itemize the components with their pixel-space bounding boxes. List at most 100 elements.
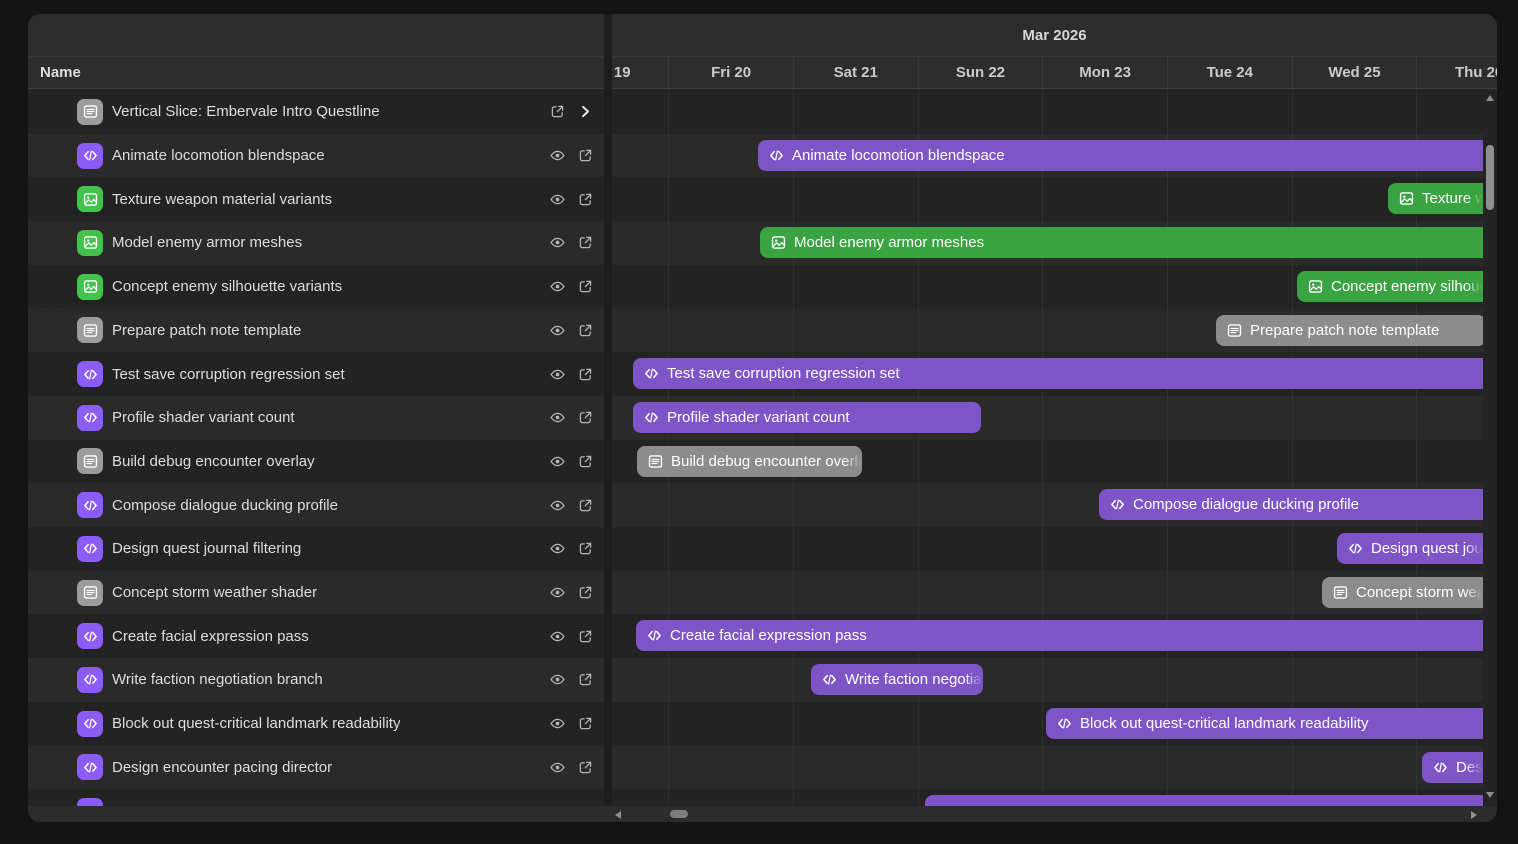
gantt-bar[interactable] [925, 795, 1483, 806]
month-label: Mar 2026 [612, 14, 1497, 56]
scroll-down-icon[interactable] [1486, 792, 1494, 798]
doc-icon [77, 448, 103, 474]
task-row[interactable]: Prepare patch note template [28, 309, 604, 353]
task-name: Create facial expression pass [112, 628, 309, 645]
task-row[interactable]: Block out quest-critical landmark readab… [28, 702, 604, 746]
open-icon[interactable] [577, 540, 594, 557]
gantt-bar[interactable]: Design quest journal filtering [1337, 533, 1483, 564]
gantt-bar-label: Design encounter pacing director [1456, 759, 1483, 776]
eye-icon[interactable] [549, 191, 566, 208]
task-row[interactable]: Vertical Slice: Embervale Intro Questlin… [28, 90, 604, 134]
code-icon [77, 143, 103, 169]
task-row[interactable]: Concept enemy silhouette variants [28, 265, 604, 309]
task-row[interactable]: Profile shader variant count [28, 396, 604, 440]
vertical-scrollbar[interactable] [1483, 90, 1497, 806]
eye-icon[interactable] [549, 409, 566, 426]
gantt-bar[interactable]: Profile shader variant count [633, 402, 981, 433]
task-row[interactable]: Compose dialogue ducking profile [28, 483, 604, 527]
eye-icon[interactable] [549, 715, 566, 732]
code-icon [643, 365, 660, 382]
gantt-row [612, 90, 1483, 134]
eye-icon[interactable] [549, 234, 566, 251]
open-icon[interactable] [577, 584, 594, 601]
day-gridline [918, 90, 919, 806]
eye-icon[interactable] [549, 671, 566, 688]
open-icon[interactable] [577, 366, 594, 383]
task-name: Design quest journal filtering [112, 540, 301, 557]
gantt-bar[interactable]: Design encounter pacing director [1422, 752, 1483, 783]
day-gridline [1167, 90, 1168, 806]
task-row[interactable]: Model enemy armor meshes [28, 221, 604, 265]
eye-icon[interactable] [549, 278, 566, 295]
task-row[interactable]: Texture weapon material variants [28, 177, 604, 221]
image-icon [77, 230, 103, 256]
eye-icon[interactable] [549, 584, 566, 601]
eye-icon[interactable] [549, 540, 566, 557]
gantt-bar[interactable]: Animate locomotion blendspace [758, 140, 1483, 171]
gantt-bar[interactable]: Concept storm weather shader [1322, 577, 1483, 608]
scroll-right-icon[interactable] [1471, 811, 1477, 819]
code-icon [77, 667, 103, 693]
panel-resize-handle[interactable] [604, 14, 612, 806]
open-icon[interactable] [577, 234, 594, 251]
task-row[interactable]: Test save corruption regression set [28, 352, 604, 396]
task-name: Model enemy armor meshes [112, 234, 302, 251]
open-icon[interactable] [577, 278, 594, 295]
gantt-bar[interactable]: Test save corruption regression set [633, 358, 1483, 389]
task-row[interactable]: Design quest journal filtering [28, 527, 604, 571]
scroll-up-icon[interactable] [1486, 95, 1494, 101]
eye-icon[interactable] [549, 322, 566, 339]
horizontal-scrollbar[interactable] [28, 806, 1497, 822]
task-row[interactable]: Concept storm weather shader [28, 571, 604, 615]
open-icon[interactable] [549, 103, 566, 120]
gantt-bar-label: Concept storm weather shader [1356, 584, 1483, 601]
eye-icon[interactable] [549, 366, 566, 383]
open-icon[interactable] [577, 671, 594, 688]
eye-icon[interactable] [549, 628, 566, 645]
day-header-sat-21: Sat 21 [793, 56, 918, 89]
task-row[interactable]: Design encounter pacing director [28, 746, 604, 790]
open-icon[interactable] [577, 759, 594, 776]
task-row[interactable]: Create facial expression pass [28, 614, 604, 658]
task-row[interactable]: Animate locomotion blendspace [28, 134, 604, 178]
code-icon [77, 536, 103, 562]
task-name: Block out quest-critical landmark readab… [112, 715, 400, 732]
gantt-bar[interactable]: Prepare patch note template [1216, 315, 1483, 346]
code-icon [821, 671, 838, 688]
open-icon[interactable] [577, 191, 594, 208]
open-icon[interactable] [577, 628, 594, 645]
task-row[interactable] [28, 789, 604, 806]
day-header-tue-24: Tue 24 [1167, 56, 1292, 89]
chevron-right-icon[interactable] [577, 103, 594, 120]
vertical-scrollbar-thumb[interactable] [1486, 145, 1494, 210]
open-icon[interactable] [577, 497, 594, 514]
task-row[interactable]: Build debug encounter overlay [28, 440, 604, 484]
code-icon [77, 361, 103, 387]
gantt-bar[interactable]: Block out quest-critical landmark readab… [1046, 708, 1483, 739]
gantt-bar[interactable]: Texture weapon material variants [1388, 183, 1483, 214]
image-icon [1398, 190, 1415, 207]
task-row[interactable]: Write faction negotiation branch [28, 658, 604, 702]
eye-icon[interactable] [549, 147, 566, 164]
name-column-header: Name [40, 56, 81, 89]
open-icon[interactable] [577, 322, 594, 339]
gantt-bar[interactable]: Create facial expression pass [636, 620, 1483, 651]
open-icon[interactable] [577, 409, 594, 426]
open-icon[interactable] [577, 453, 594, 470]
open-icon[interactable] [577, 147, 594, 164]
gantt-bar[interactable]: Build debug encounter overlay [637, 446, 862, 477]
gantt-bar-label: Prepare patch note template [1250, 322, 1483, 339]
horizontal-scrollbar-thumb[interactable] [670, 810, 688, 818]
eye-icon[interactable] [549, 453, 566, 470]
gantt-bar[interactable]: Concept enemy silhouette variants [1297, 271, 1483, 302]
open-icon[interactable] [577, 715, 594, 732]
task-name: Concept enemy silhouette variants [112, 278, 342, 295]
gantt-bar[interactable]: Compose dialogue ducking profile [1099, 489, 1483, 520]
gantt-bar-label: Compose dialogue ducking profile [1133, 496, 1483, 513]
gantt-bar-label: Model enemy armor meshes [794, 234, 1483, 251]
eye-icon[interactable] [549, 497, 566, 514]
gantt-bar[interactable]: Model enemy armor meshes [760, 227, 1483, 258]
gantt-bar[interactable]: Write faction negotiation branch [811, 664, 983, 695]
scroll-left-icon[interactable] [615, 811, 621, 819]
eye-icon[interactable] [549, 759, 566, 776]
